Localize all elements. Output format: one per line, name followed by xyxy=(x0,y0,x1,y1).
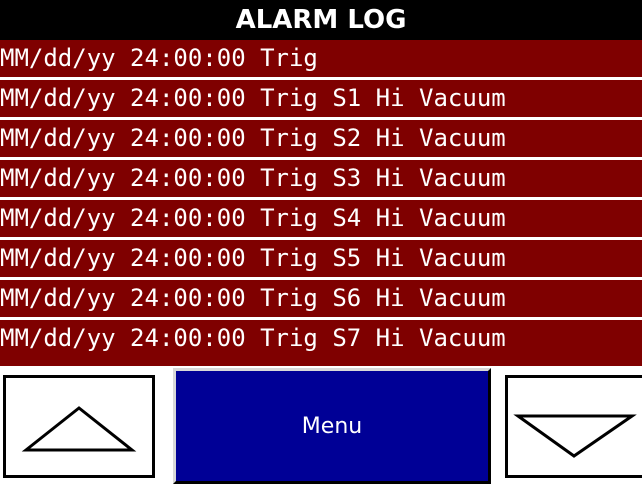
alarm-log-list: MM/dd/yy 24:00:00 Trig MM/dd/yy 24:00:00… xyxy=(0,40,642,366)
log-entry[interactable]: MM/dd/yy 24:00:00 Trig S5 Hi Vacuum xyxy=(0,240,642,280)
triangle-up-icon xyxy=(21,406,137,452)
log-entry[interactable]: MM/dd/yy 24:00:00 Trig S3 Hi Vacuum xyxy=(0,160,642,200)
log-entry[interactable]: MM/dd/yy 24:00:00 Trig S7 Hi Vacuum xyxy=(0,320,642,362)
page-title: ALARM LOG xyxy=(235,5,407,35)
menu-button[interactable]: Menu xyxy=(173,368,491,484)
triangle-down-icon xyxy=(513,414,637,458)
log-entry[interactable]: MM/dd/yy 24:00:00 Trig S1 Hi Vacuum xyxy=(0,80,642,120)
log-entry[interactable]: MM/dd/yy 24:00:00 Trig S4 Hi Vacuum xyxy=(0,200,642,240)
log-entry[interactable]: MM/dd/yy 24:00:00 Trig xyxy=(0,40,642,80)
log-entry[interactable]: MM/dd/yy 24:00:00 Trig S2 Hi Vacuum xyxy=(0,120,642,160)
title-bar: ALARM LOG xyxy=(0,0,642,40)
scroll-up-button[interactable] xyxy=(3,375,155,478)
scroll-down-button[interactable] xyxy=(505,375,642,478)
menu-button-label: Menu xyxy=(301,413,363,439)
button-bar: Menu xyxy=(0,366,642,487)
log-entry[interactable]: MM/dd/yy 24:00:00 Trig S6 Hi Vacuum xyxy=(0,280,642,320)
